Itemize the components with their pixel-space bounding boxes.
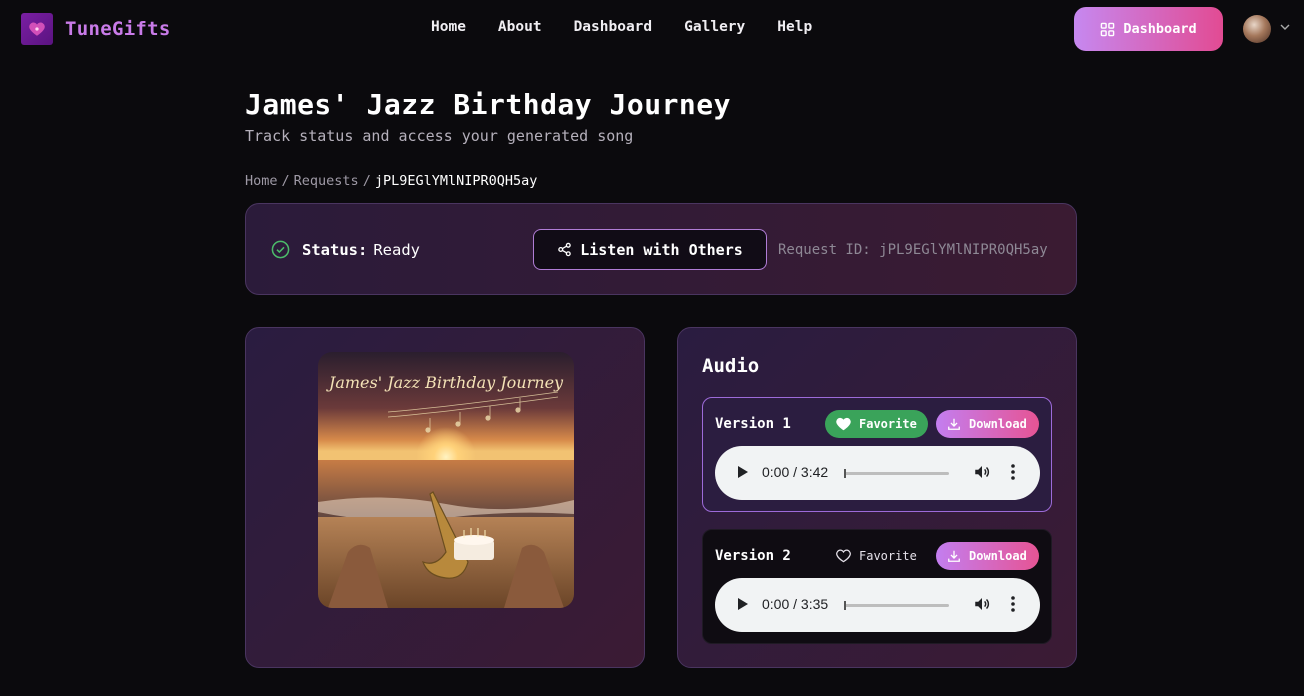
audio-seek-bar[interactable] [844, 472, 949, 475]
cover-art-caption: James' Jazz Birthday Journey [326, 373, 564, 392]
audio-version-2: Version 2 Favorite Download 0:00 / 3:35 [702, 529, 1052, 644]
cover-art-image: James' Jazz Birthday Journey [318, 352, 574, 608]
check-circle-icon [271, 240, 290, 259]
more-options-icon[interactable] [1009, 595, 1017, 613]
nav-links: Home About Dashboard Gallery Help [431, 19, 844, 35]
page-title: James' Jazz Birthday Journey [245, 88, 732, 121]
download-label: Download [969, 549, 1027, 563]
audio-player: 0:00 / 3:42 [715, 446, 1040, 500]
nav-link-home[interactable]: Home [431, 19, 466, 35]
audio-time: 0:00 / 3:42 [762, 464, 829, 480]
favorite-label: Favorite [859, 549, 917, 563]
nav-link-help[interactable]: Help [777, 19, 812, 35]
dashboard-button-label: Dashboard [1123, 21, 1197, 37]
audio-version-1: Version 1 Favorite Download 0:00 / 3:42 [702, 397, 1052, 512]
nav-link-about[interactable]: About [498, 19, 542, 35]
more-options-icon[interactable] [1009, 463, 1017, 481]
play-icon[interactable] [737, 465, 749, 479]
seek-thumb[interactable] [844, 469, 846, 478]
play-icon[interactable] [737, 597, 749, 611]
heart-filled-icon [836, 417, 851, 431]
brand-logo[interactable]: TuneGifts [21, 13, 171, 45]
brand-name: TuneGifts [65, 18, 171, 40]
breadcrumb: Home / Requests / jPL9EGlYMlNIPR0QH5ay [245, 173, 537, 189]
share-icon [558, 242, 571, 257]
nav-link-gallery[interactable]: Gallery [684, 19, 745, 35]
artwork-card: James' Jazz Birthday Journey [245, 327, 645, 668]
audio-player: 0:00 / 3:35 [715, 578, 1040, 632]
breadcrumb-requests[interactable]: Requests [294, 173, 359, 189]
version-label: Version 1 [715, 416, 791, 432]
version-label: Version 2 [715, 548, 791, 564]
favorite-button[interactable]: Favorite [825, 542, 928, 570]
breadcrumb-home[interactable]: Home [245, 173, 278, 189]
page-subtitle: Track status and access your generated s… [245, 127, 634, 145]
audio-card: Audio Version 1 Favorite Download 0:00 /… [677, 327, 1077, 668]
top-navbar: TuneGifts Home About Dashboard Gallery H… [0, 0, 1304, 58]
heart-outline-icon [836, 549, 851, 563]
nav-link-dashboard[interactable]: Dashboard [574, 19, 653, 35]
favorite-button[interactable]: Favorite [825, 410, 928, 438]
breadcrumb-separator: / [362, 173, 371, 189]
download-icon [948, 418, 960, 430]
download-button[interactable]: Download [936, 542, 1039, 570]
dashboard-button[interactable]: Dashboard [1074, 7, 1223, 51]
download-icon [948, 550, 960, 562]
status-label: Status: [302, 241, 368, 259]
chevron-down-icon[interactable] [1280, 23, 1290, 31]
audio-time: 0:00 / 3:35 [762, 596, 829, 612]
status-text: Status: Ready [302, 241, 420, 259]
heart-logo-icon [21, 13, 53, 45]
download-label: Download [969, 417, 1027, 431]
volume-icon[interactable] [973, 463, 991, 481]
status-value: Ready [373, 241, 420, 259]
download-button[interactable]: Download [936, 410, 1039, 438]
request-id: Request ID: jPL9EGlYMlNIPR0QH5ay [778, 242, 1048, 258]
favorite-label: Favorite [859, 417, 917, 431]
volume-icon[interactable] [973, 595, 991, 613]
listen-with-others-label: Listen with Others [580, 240, 743, 259]
breadcrumb-separator: / [281, 173, 290, 189]
breadcrumb-current: jPL9EGlYMlNIPR0QH5ay [374, 173, 538, 189]
status-card: Status: Ready Listen with Others Request … [245, 203, 1077, 295]
seek-thumb[interactable] [844, 601, 846, 610]
grid-icon [1101, 22, 1115, 36]
avatar[interactable] [1243, 15, 1271, 43]
audio-section-title: Audio [702, 355, 760, 377]
audio-seek-bar[interactable] [844, 604, 949, 607]
listen-with-others-button[interactable]: Listen with Others [533, 229, 767, 270]
